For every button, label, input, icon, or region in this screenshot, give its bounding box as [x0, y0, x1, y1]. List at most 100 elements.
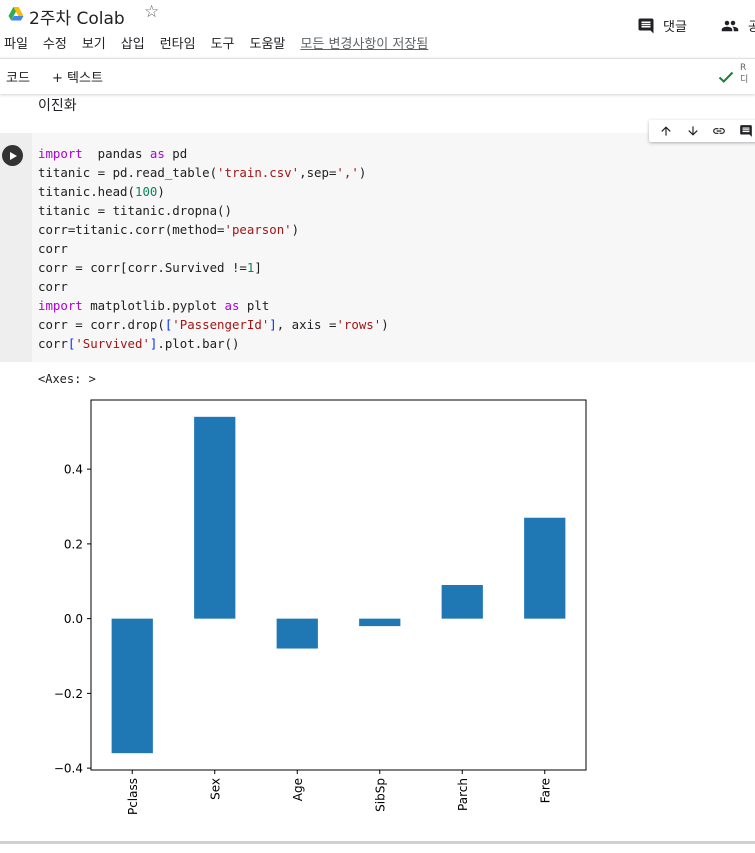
code-line: corr=titanic.corr(method='pearson'): [38, 220, 389, 239]
code-token: as: [149, 146, 165, 161]
code-token: corr = corr[corr.Survived !=: [38, 260, 247, 275]
comment-icon: [638, 18, 654, 33]
y-tick-label: −0.2: [54, 687, 83, 701]
code-token: plt: [239, 298, 270, 313]
code-token: import: [38, 298, 83, 313]
code-token: titanic = pd.read_table(: [38, 165, 218, 180]
arrow-up-icon: [661, 126, 671, 136]
code-line: import matplotlib.pyplot as plt: [38, 296, 389, 315]
code-token: corr: [38, 279, 68, 294]
code-token: corr: [38, 241, 68, 256]
code-line: import pandas as pd: [38, 144, 389, 163]
code-line: corr: [38, 239, 389, 258]
menu-runtime[interactable]: 런타임: [160, 33, 196, 52]
code-token: 100: [134, 184, 158, 199]
arrow-down-icon: [688, 126, 698, 136]
bar-parch: [441, 585, 483, 619]
notebook-toolbar: 코드 + 텍스트 R 디: [0, 58, 755, 94]
comment-label: 댓글: [663, 20, 687, 35]
star-icon[interactable]: ☆: [144, 2, 159, 22]
y-tick-label: −0.4: [54, 762, 83, 776]
bar-chart: 0.4 0.2 0.0 −0.2 −0.4 Pclass Sex Age SibSp Parch…: [54, 399, 587, 815]
output-text: <Axes: >: [38, 372, 96, 386]
move-cell-up-button[interactable]: [653, 121, 680, 141]
people-icon: [721, 20, 739, 31]
code-token: pd: [164, 146, 188, 161]
code-cell[interactable]: import pandas as pd titanic = pd.read_tab…: [0, 133, 755, 362]
y-tick-label: 0.2: [64, 537, 83, 551]
runtime-status-line2: 디: [740, 75, 749, 85]
menu-file[interactable]: 파일: [4, 33, 28, 52]
cell-gutter: [0, 133, 32, 362]
code-line: corr = corr[corr.Survived !=1]: [38, 258, 389, 277]
x-tick-label: Parch: [456, 778, 470, 811]
saved-status-link[interactable]: 모든 변경사항이 저장됨: [300, 33, 428, 52]
code-token: as: [224, 298, 240, 313]
code-token: ): [358, 165, 367, 180]
code-token: .plot.bar(): [157, 336, 240, 351]
code-line: titanic = titanic.dropna(): [38, 201, 389, 220]
code-line: titanic = pd.read_table('train.csv',sep=…: [38, 163, 389, 182]
code-token: , axis =: [276, 317, 337, 332]
menu-tools[interactable]: 도구: [211, 33, 235, 52]
drive-logo-icon[interactable]: [8, 6, 24, 22]
copy-link-button[interactable]: [706, 121, 733, 141]
x-tick-label: Fare: [538, 778, 552, 803]
menu-help[interactable]: 도움말: [250, 33, 286, 52]
code-token: corr: [38, 336, 68, 351]
y-tick-label: 0.4: [64, 463, 83, 477]
code-token: matplotlib.pyplot: [82, 298, 225, 313]
y-tick-label: 0.0: [64, 612, 83, 626]
share-label: 공: [748, 20, 755, 35]
add-comment-button[interactable]: [733, 121, 755, 141]
code-token: ',': [336, 165, 359, 180]
code-editor[interactable]: import pandas as pd titanic = pd.read_tab…: [38, 144, 389, 353]
text-cell[interactable]: 이진화: [38, 95, 77, 115]
document-title[interactable]: 2주차 Colab: [29, 4, 125, 29]
runtime-status-line1: R: [740, 63, 747, 73]
runtime-status[interactable]: R 디: [740, 62, 748, 86]
bottom-divider: [0, 841, 755, 844]
x-tick-label: Age: [291, 778, 305, 801]
code-token: ]: [269, 317, 277, 332]
code-token: corr = corr.drop(: [38, 317, 165, 332]
code-line: corr = corr.drop(['PassengerId'], axis =…: [38, 315, 389, 334]
code-token: ): [157, 184, 165, 199]
move-cell-down-button[interactable]: [680, 121, 707, 141]
code-token: ]: [254, 260, 262, 275]
code-token: ,sep=: [299, 165, 337, 180]
check-icon: [718, 71, 734, 83]
code-token: titanic.head(: [38, 184, 135, 199]
menu-view[interactable]: 보기: [82, 33, 106, 52]
comment-icon: [739, 125, 752, 137]
x-tick-label: Pclass: [126, 778, 140, 815]
run-cell-button[interactable]: [2, 145, 23, 166]
plot-frame: [90, 399, 587, 771]
code-token: 'Survived': [75, 336, 150, 351]
menu-insert[interactable]: 삽입: [121, 33, 145, 52]
code-line: titanic.head(100): [38, 182, 389, 201]
code-token: 'rows': [336, 317, 382, 332]
comment-button[interactable]: 댓글: [637, 16, 687, 35]
menu-edit[interactable]: 수정: [43, 33, 67, 52]
code-token: titanic = titanic.dropna(): [38, 203, 232, 218]
add-code-button[interactable]: 코드: [6, 67, 30, 86]
code-token: import: [38, 146, 83, 161]
menu-bar: 파일 수정 보기 삽입 런타임 도구 도움말 모든 변경사항이 저장됨: [4, 33, 443, 52]
link-icon: [713, 128, 726, 134]
code-line: corr: [38, 277, 389, 296]
bar-pclass: [111, 618, 153, 754]
x-tick-label: SibSp: [373, 778, 387, 812]
code-token: 'pearson': [224, 222, 292, 237]
x-tick-label: Sex: [208, 778, 222, 800]
cell-toolbar: [649, 120, 755, 142]
app-header: 2주차 Colab ☆ 파일 수정 보기 삽입 런타임 도구 도움말 모든 변경…: [0, 0, 755, 58]
bar-age: [276, 618, 318, 649]
bar-fare: [524, 517, 566, 619]
code-token: pandas: [82, 146, 150, 161]
code-token: corr=titanic.corr(method=: [38, 222, 225, 237]
bar-sibsp: [359, 618, 401, 627]
add-text-button[interactable]: + 텍스트: [52, 67, 103, 86]
share-button[interactable]: 공: [720, 16, 755, 35]
code-token: ): [381, 317, 389, 332]
